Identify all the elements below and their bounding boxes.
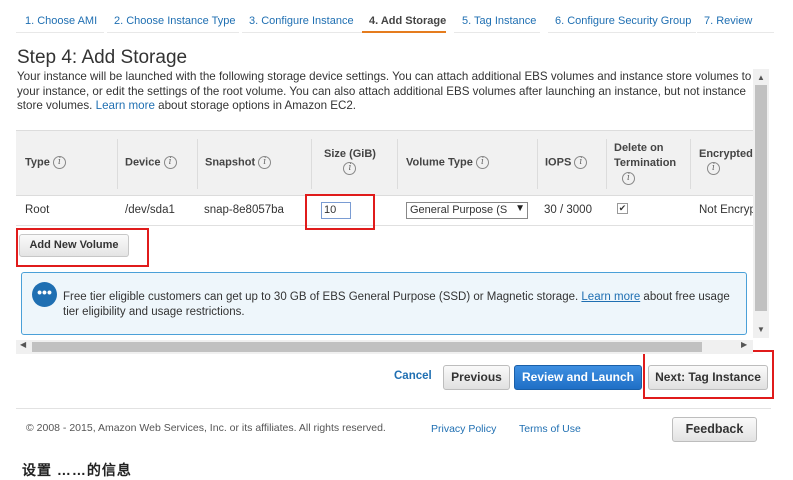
info-icon[interactable]: i [343,162,357,175]
col-encrypted: Encrypted i [699,148,753,175]
col-divider [606,139,607,189]
col-divider [197,139,198,189]
info-icon[interactable]: i [52,156,66,169]
info-body: Free tier eligible customers can get up … [63,291,579,303]
previous-button[interactable]: Previous [443,365,510,390]
feedback-button[interactable]: Feedback [672,417,757,442]
learn-more-storage-link[interactable]: Learn more [96,99,155,112]
chevron-down-icon: ▼ [515,203,525,214]
delete-on-termination-checkbox[interactable]: ✔ [617,203,628,214]
col-delete-on-termination: Delete on Termination i [614,142,677,185]
vertical-scrollbar[interactable]: ▲ ▼ [753,69,769,338]
chat-bubble-icon: ••• [32,282,57,307]
highlight-add-volume-box [16,228,149,267]
horizontal-scrollbar[interactable]: ◀ ▶ [16,340,753,354]
col-size: Size (GiB) i [324,148,376,175]
col-divider [311,139,312,189]
step-configure-security-group[interactable]: 6. Configure Security Group [548,11,696,33]
cell-type: Root [25,204,50,216]
next-tag-instance-button[interactable]: Next: Tag Instance [648,365,768,390]
vertical-scroll-thumb[interactable] [755,85,767,311]
step-label: 2. Choose Instance Type [114,15,236,27]
col-type: Type i [25,156,66,169]
volume-type-value: General Purpose (S [410,204,508,216]
col-divider [537,139,538,189]
highlight-size-box [305,194,375,230]
footer-divider [16,408,771,409]
info-icon[interactable]: i [258,156,272,169]
scroll-up-arrow-icon[interactable]: ▲ [757,73,765,82]
privacy-policy-link[interactable]: Privacy Policy [431,423,496,435]
cell-device: /dev/sda1 [125,204,175,216]
cancel-link[interactable]: Cancel [394,370,432,382]
wizard-steps: 1. Choose AMI 2. Choose Instance Type 3.… [16,11,774,33]
cell-encrypted: Not Encryp [699,204,756,216]
intro-suffix: about storage options in Amazon EC2. [158,99,357,113]
info-icon[interactable]: i [163,156,177,169]
step-configure-instance[interactable]: 3. Configure Instance [242,11,373,33]
page-title: Step 4: Add Storage [17,47,188,68]
intro-text: Your instance will be launched with the … [17,70,752,114]
step-label: 1. Choose AMI [25,15,98,27]
col-iops: IOPS i [545,156,588,169]
horizontal-scroll-thumb[interactable] [32,342,702,352]
step-label: 7. Review [704,15,753,27]
free-tier-info-box: ••• Free tier eligible customers can get… [21,272,747,335]
cell-snapshot: snap-8e8057ba [204,204,284,216]
review-and-launch-button[interactable]: Review and Launch [514,365,642,390]
scroll-right-arrow-icon[interactable]: ▶ [741,340,747,349]
step-add-storage[interactable]: 4. Add Storage [362,11,446,33]
step-choose-ami[interactable]: 1. Choose AMI [16,11,104,33]
col-divider [397,139,398,189]
scroll-down-arrow-icon[interactable]: ▼ [757,325,765,334]
step-label: 5. Tag Instance [462,15,537,27]
step-label: 4. Add Storage [369,15,447,27]
step-review[interactable]: 7. Review [697,11,774,33]
learn-more-free-tier-link[interactable]: Learn more [581,291,640,303]
col-snapshot: Snapshot i [205,156,272,169]
free-tier-text: Free tier eligible customers can get up … [63,290,733,319]
col-divider [117,139,118,189]
cell-iops: 30 / 3000 [544,204,592,216]
col-volume-type: Volume Type i [406,156,489,169]
step-label: 6. Configure Security Group [555,15,692,27]
table-row: Root /dev/sda1 snap-8e8057ba 10 General … [16,196,756,226]
scroll-left-arrow-icon[interactable]: ◀ [20,340,26,349]
col-device: Device i [125,156,177,169]
step-choose-instance-type[interactable]: 2. Choose Instance Type [107,11,239,33]
copyright-text: © 2008 - 2015, Amazon Web Services, Inc.… [26,422,386,434]
storage-scroll-area: Your instance will be launched with the … [16,68,769,353]
step-tag-instance[interactable]: 5. Tag Instance [454,11,540,33]
info-icon[interactable]: i [475,156,489,169]
storage-table-header: Type i Device i Snapshot i Size (GiB) i V… [16,130,753,196]
volume-type-select[interactable]: General Purpose (S ▼ [406,202,528,219]
col-divider [690,139,691,189]
info-icon[interactable]: i [622,171,635,185]
terms-of-use-link[interactable]: Terms of Use [519,423,581,435]
cropped-caption-text: 设置 ……的信息 [22,462,132,478]
step-label: 3. Configure Instance [249,15,354,27]
info-icon[interactable]: i [574,156,588,169]
info-icon[interactable]: i [707,162,720,175]
